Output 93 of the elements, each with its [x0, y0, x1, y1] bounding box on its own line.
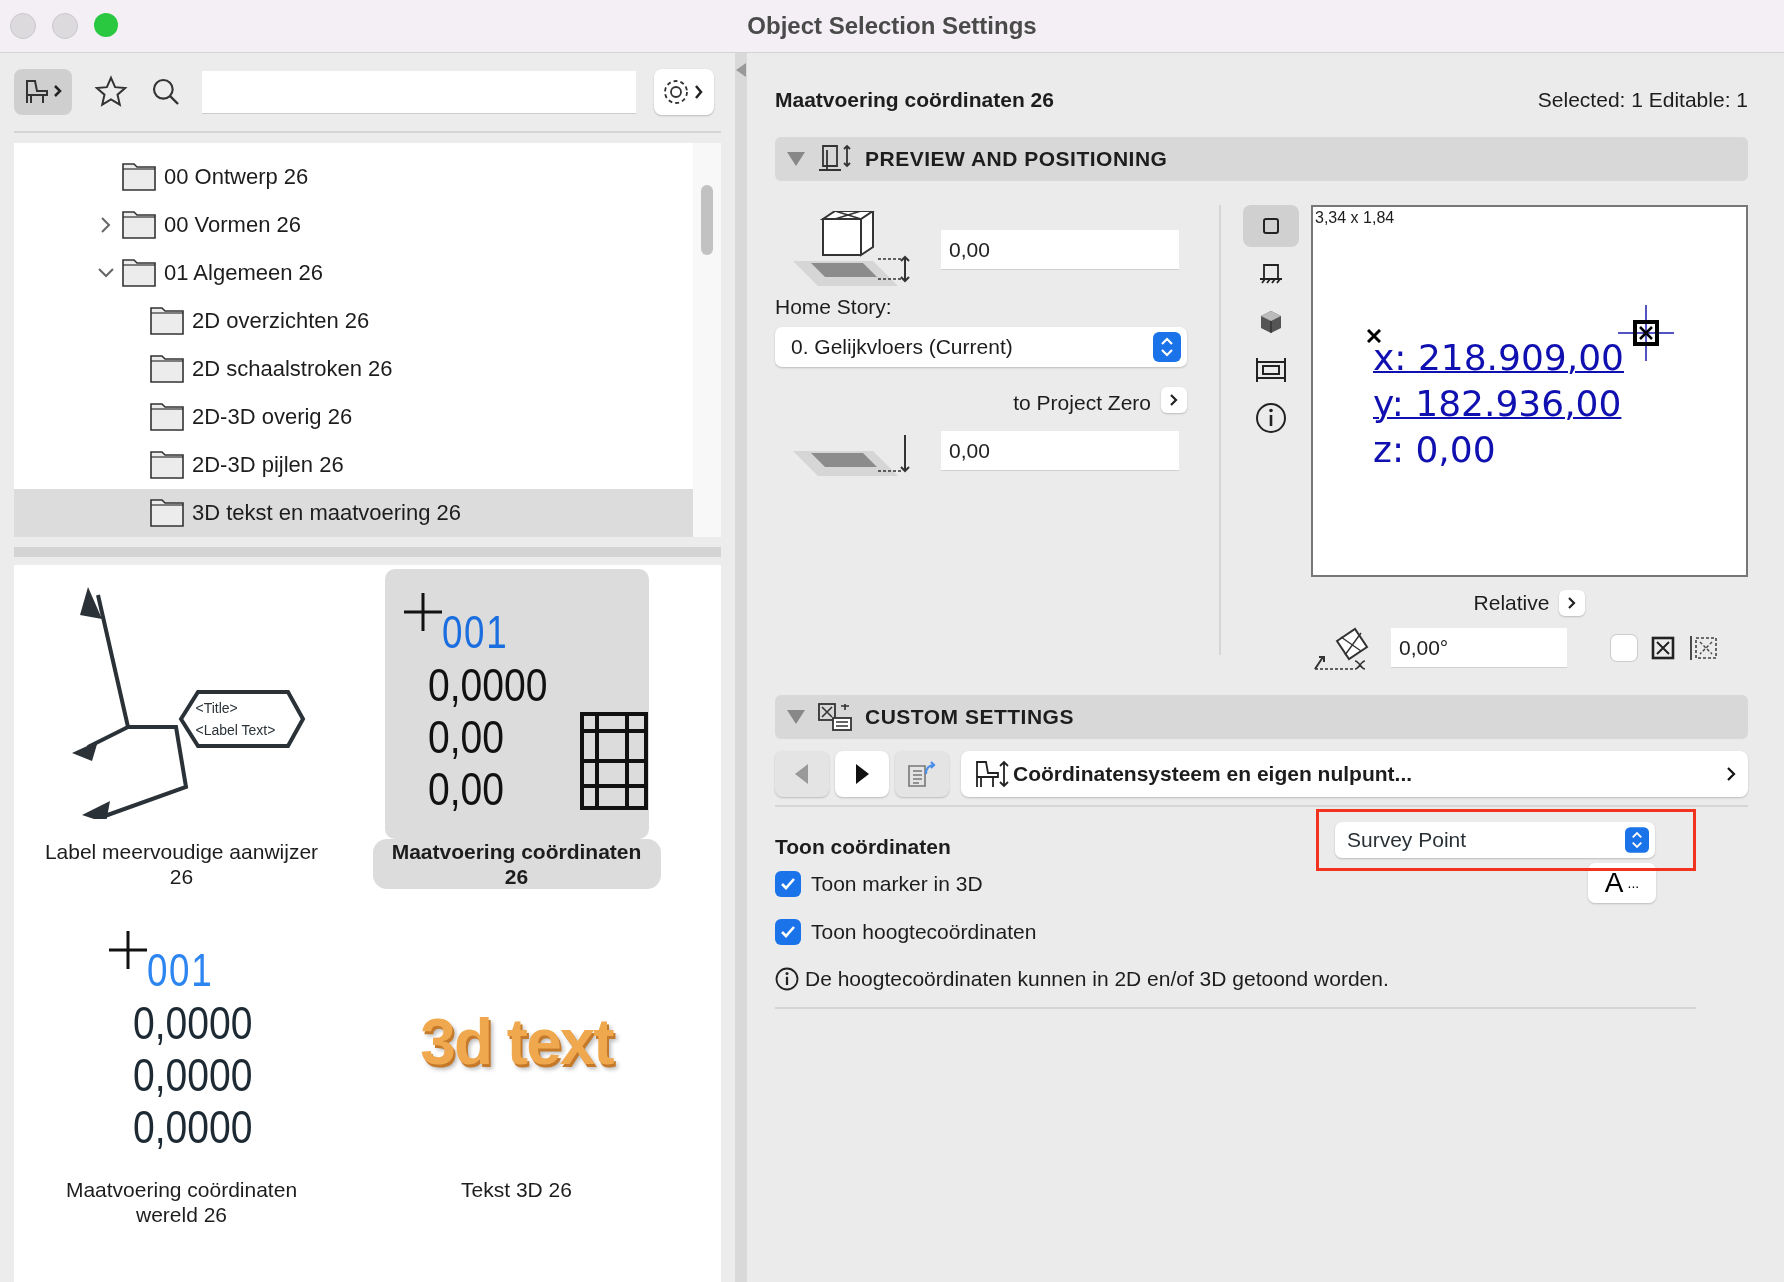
folder-item[interactable]: 2D overzichten 26	[14, 297, 693, 345]
mirror-checkbox[interactable]	[1611, 635, 1637, 661]
folder-item[interactable]: 2D-3D overig 26	[14, 393, 693, 441]
preview-text: 0,0000	[428, 659, 548, 711]
preview-text: 0,0000	[133, 1049, 253, 1101]
document-arrow-icon	[906, 760, 938, 788]
triangle-left-icon	[795, 764, 809, 784]
custom-settings-icon	[817, 702, 853, 732]
mirror-dashed-icon	[1689, 636, 1719, 660]
info-icon	[775, 967, 799, 991]
chevron-right-icon	[1567, 596, 1578, 610]
page-dropdown[interactable]: Coördinatensysteem en eigen nulpunt...	[961, 751, 1748, 797]
coordinate-type-dropdown[interactable]: Survey Point	[1335, 822, 1655, 858]
folder-item[interactable]: 01 Algemeen 26	[14, 249, 693, 297]
chair-height-icon	[973, 759, 1009, 789]
section-header[interactable]: CUSTOM SETTINGS	[775, 695, 1748, 739]
home-story-dropdown[interactable]: 0. Gelijkvloers (Current)	[775, 327, 1187, 367]
folder-icon	[122, 211, 156, 239]
section-icon	[1258, 262, 1284, 286]
chevron-down-icon[interactable]	[97, 267, 115, 279]
folder-icon	[150, 451, 184, 479]
preview-text: 3d text	[420, 1005, 613, 1079]
reference-label: to Project Zero	[1013, 391, 1151, 415]
checkmark-icon	[780, 877, 796, 891]
angle-field[interactable]: 0,00°	[1391, 628, 1567, 668]
table-icon	[578, 711, 649, 811]
label-tag: <Title> <Label Text>	[177, 689, 306, 749]
search-field[interactable]	[202, 70, 636, 114]
object-name[interactable]: Maatvoering coördinaten wereld 26	[37, 1177, 326, 1227]
folder-icon	[150, 403, 184, 431]
preview-positioning-icon	[817, 144, 853, 174]
folder-item[interactable]: 00 Ontwerp 26	[14, 153, 693, 201]
folder-item[interactable]: 00 Vormen 26	[14, 201, 693, 249]
square-icon	[1262, 217, 1280, 235]
preview-text: 0,00	[428, 711, 506, 763]
object-name[interactable]: Tekst 3D 26	[372, 1177, 661, 1202]
folder-item[interactable]: 2D schaalstroken 26	[14, 345, 693, 393]
checkbox-label: Toon marker in 3D	[811, 872, 983, 896]
page-list-button[interactable]	[895, 751, 949, 797]
folder-icon	[122, 259, 156, 287]
elevation-field[interactable]: 0,00	[941, 230, 1179, 270]
object-name[interactable]: Maatvoering coördinaten 26	[372, 839, 661, 889]
crosshair-icon	[109, 931, 148, 969]
home-story-label: Home Story:	[775, 295, 893, 319]
preview-text: 0,0000	[133, 1101, 253, 1153]
checkbox-label: Toon hoogtecoördinaten	[811, 920, 1037, 944]
chevron-right-icon[interactable]	[100, 216, 112, 234]
object-browser-button[interactable]	[14, 69, 72, 115]
folder-item[interactable]: 2D-3D pijlen 26	[14, 441, 693, 489]
info-note: De hoogtecoördinaten kunnen in 2D en/of 3D getoond worden.	[805, 967, 1389, 991]
coordinate-text: x: 218.909,00	[1373, 336, 1624, 380]
checkbox[interactable]	[775, 871, 801, 897]
stepper-icon	[1625, 827, 1649, 853]
folder-item[interactable]: 3D tekst en maatvoering 26	[14, 489, 693, 537]
relative-label: Relative	[1473, 591, 1550, 615]
next-page-button[interactable]	[835, 751, 889, 797]
font-button[interactable]: A...	[1588, 863, 1656, 903]
info-icon	[1255, 402, 1287, 434]
relative-menu-button[interactable]	[1559, 590, 1586, 616]
folder-icon	[150, 499, 184, 527]
preview-text: 001	[442, 605, 509, 659]
folder-icon	[122, 163, 156, 191]
coordinate-text: z: 0,00	[1373, 428, 1497, 472]
crosshair-icon	[404, 593, 443, 631]
object-size: 3,34 x 1,84	[1315, 209, 1395, 227]
object-name[interactable]: Label meervoudige aanwijzer 26	[37, 839, 326, 889]
plan-view-button[interactable]	[1243, 205, 1299, 247]
preview-text: 0,00	[428, 763, 506, 815]
triangle-right-icon	[855, 764, 869, 784]
settings-button[interactable]	[654, 69, 714, 115]
folder-icon	[150, 307, 184, 335]
folder-icon	[150, 355, 184, 383]
preview-text: 001	[147, 943, 214, 997]
selection-count: Selected: 1 Editable: 1	[1537, 88, 1748, 112]
mirror-icon	[1651, 636, 1675, 660]
scrollbar-thumb[interactable]	[701, 185, 713, 255]
object-title: Maatvoering coördinaten 26	[775, 88, 1054, 112]
star-icon[interactable]	[94, 75, 128, 109]
chevron-right-icon	[1169, 393, 1179, 407]
window-title: Object Selection Settings	[747, 12, 1037, 40]
cube-icon	[1258, 309, 1284, 335]
chevron-right-icon	[1726, 766, 1736, 782]
film-strip-icon	[1255, 356, 1287, 384]
section-header[interactable]: PREVIEW AND POSITIONING	[775, 137, 1748, 181]
cross-mark-icon	[1367, 329, 1381, 343]
checkmark-icon	[780, 925, 796, 939]
group-label: Toon coördinaten	[775, 835, 951, 859]
reference-menu-button[interactable]	[1161, 387, 1187, 413]
reference-elevation-field[interactable]: 0,00	[941, 431, 1179, 471]
checkbox[interactable]	[775, 919, 801, 945]
coordinate-text: y: 182.936,00	[1373, 382, 1623, 426]
stepper-icon	[1153, 332, 1181, 362]
preview-text: 0,0000	[133, 997, 253, 1049]
